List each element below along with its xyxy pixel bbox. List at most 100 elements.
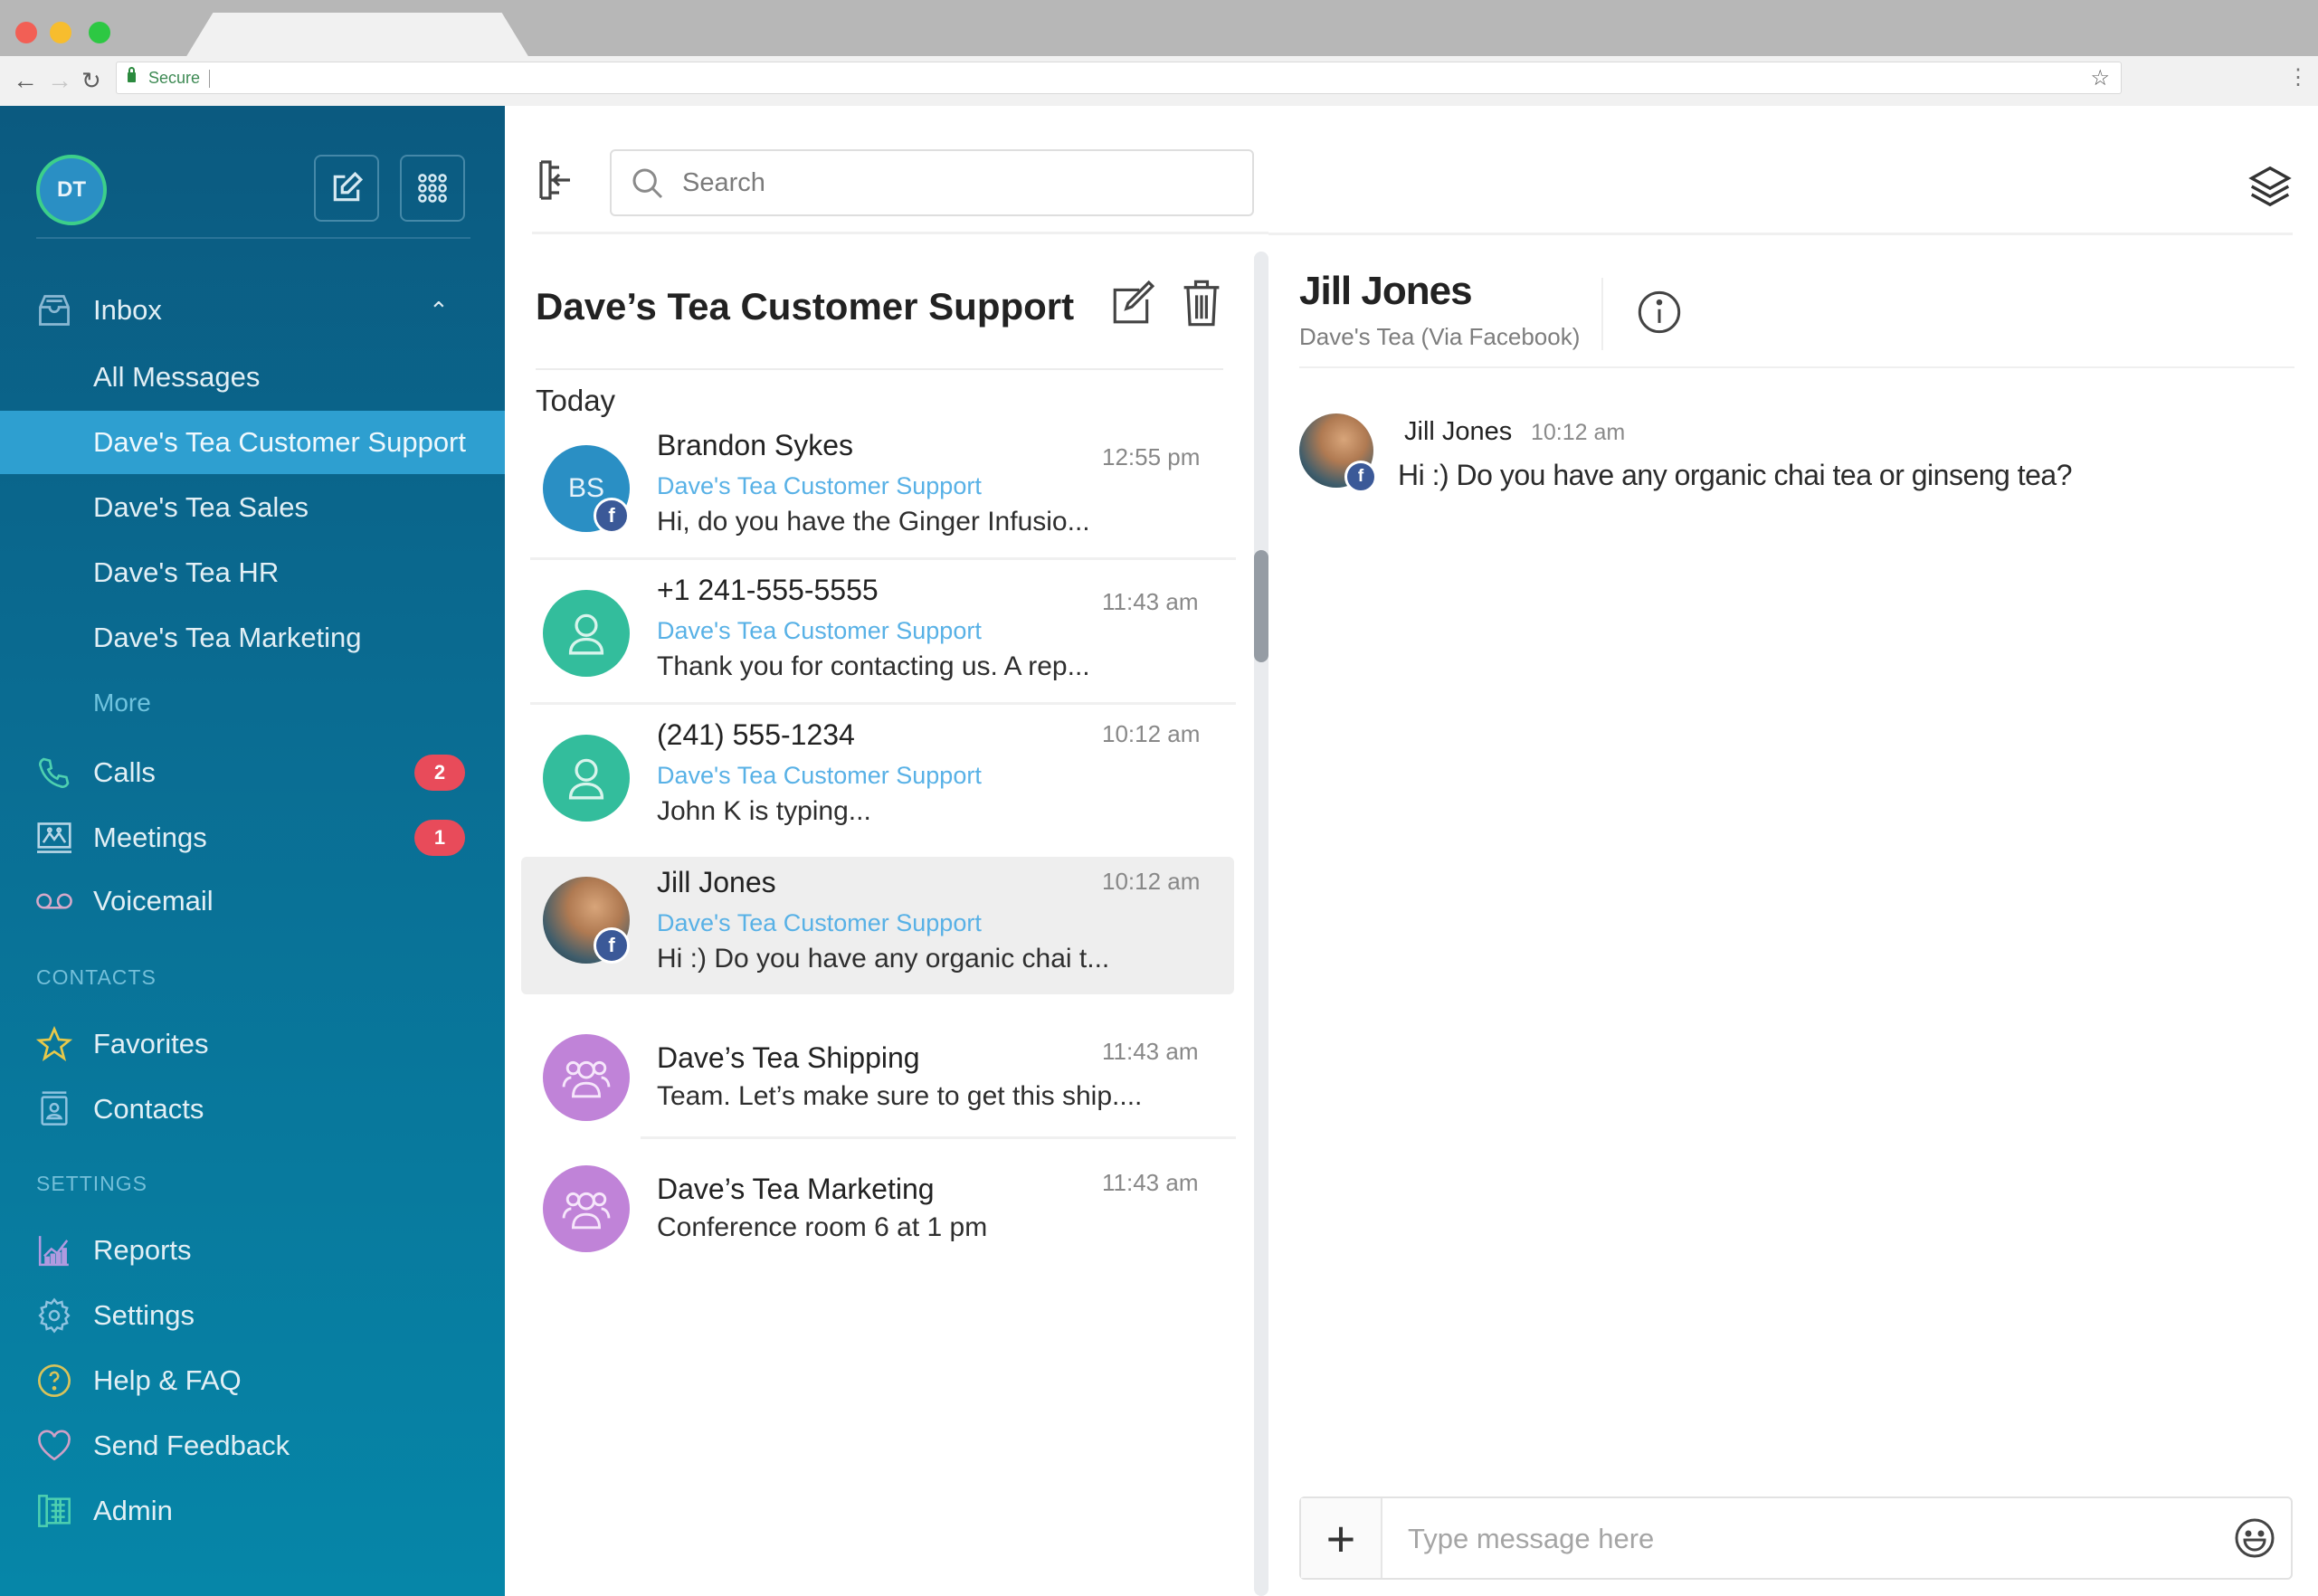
divider — [1601, 278, 1603, 350]
search-box[interactable] — [610, 149, 1254, 216]
user-avatar[interactable]: DT — [36, 155, 107, 225]
message-text: Hi :) Do you have any organic chai tea o… — [1398, 459, 2073, 491]
message-composer: + — [1299, 1496, 2293, 1580]
conversation-list-panel: Dave’s Tea Customer Support Today BS f B… — [505, 106, 1268, 1596]
meetings-icon — [34, 818, 74, 858]
message-time: 10:12 am — [1531, 420, 1626, 445]
edit-icon — [1113, 280, 1155, 324]
conversation-time: 10:12 am — [1102, 720, 1201, 747]
conversation-list-scrollbar[interactable] — [1254, 252, 1268, 1596]
sidebar-item-meetings[interactable]: Meetings 1 — [0, 809, 505, 867]
sidebar-item-label: More — [93, 689, 151, 717]
conversation-inbox: Dave's Tea Customer Support — [657, 909, 982, 936]
conversation-name: Dave’s Tea Marketing — [657, 1173, 935, 1205]
address-bar[interactable]: Secure ☆ — [116, 62, 2122, 94]
sidebar-item-inbox[interactable]: Inbox ⌃ — [0, 281, 505, 339]
sidebar-item-reports[interactable]: Reports — [0, 1221, 505, 1279]
divider — [536, 368, 1223, 370]
dialpad-button[interactable] — [400, 155, 465, 222]
sidebar-item-contacts[interactable]: Contacts — [0, 1080, 505, 1138]
scrollbar-thumb[interactable] — [1254, 550, 1268, 662]
compose-button[interactable] — [314, 155, 379, 222]
settings-section-title: SETTINGS — [36, 1172, 148, 1195]
bookmark-star-icon[interactable]: ☆ — [2090, 65, 2110, 91]
conversation-preview: Thank you for contacting us. A rep... — [657, 651, 1090, 681]
contact-card-icon — [34, 1089, 74, 1129]
conversation-item[interactable]: +1 241-555-5555 Dave's Tea Customer Supp… — [521, 563, 1234, 706]
reload-icon[interactable]: ↻ — [81, 65, 101, 96]
lock-icon — [128, 67, 136, 82]
sidebar-item-calls[interactable]: Calls 2 — [0, 744, 505, 802]
smiley-icon — [2235, 1518, 2275, 1558]
avatar — [543, 1165, 630, 1252]
conversation-item[interactable]: BS f Brandon Sykes Dave's Tea Customer S… — [521, 418, 1234, 561]
conversation-preview: Conference room 6 at 1 pm — [657, 1212, 988, 1242]
sidebar-item-help[interactable]: Help & FAQ — [0, 1352, 505, 1410]
conversation-time: 11:43 am — [1102, 588, 1199, 615]
conversation-item[interactable]: (241) 555-1234 Dave's Tea Customer Suppo… — [521, 708, 1234, 850]
chat-panel: Jill Jones Dave's Tea (Via Facebook) f J… — [1268, 106, 2318, 1596]
conversation-item[interactable]: Dave’s Tea Marketing Conference room 6 a… — [521, 1142, 1234, 1267]
avatar — [543, 1034, 630, 1121]
sidebar-item-send-feedback[interactable]: Send Feedback — [0, 1417, 505, 1475]
edit-inbox-button[interactable] — [1109, 278, 1155, 328]
facebook-icon: f — [1344, 461, 1377, 493]
voicemail-icon — [34, 881, 74, 921]
browser-tab[interactable] — [185, 13, 529, 58]
emoji-button[interactable] — [2233, 1516, 2276, 1560]
sidebar-item-label: Dave's Tea Marketing — [93, 622, 362, 653]
search-input[interactable] — [682, 164, 1225, 202]
conversation-time: 10:12 am — [1102, 868, 1201, 895]
divider — [530, 557, 1236, 560]
sidebar-item-admin[interactable]: Admin — [0, 1482, 505, 1540]
sidebar-item-label: Settings — [93, 1299, 195, 1331]
sidebar-item-settings[interactable]: Settings — [0, 1287, 505, 1344]
sidebar-item-sales[interactable]: Dave's Tea Sales — [0, 479, 505, 537]
chevron-up-icon[interactable]: ⌃ — [429, 297, 449, 325]
heart-icon — [34, 1426, 74, 1466]
window-minimize-button[interactable] — [50, 22, 71, 43]
sidebar-item-all-messages[interactable]: All Messages — [0, 348, 505, 406]
date-group-label: Today — [536, 384, 616, 417]
collapse-sidebar-button[interactable] — [537, 158, 574, 202]
divider — [1299, 366, 2294, 368]
window-maximize-button[interactable] — [89, 22, 110, 43]
browser-menu-icon[interactable]: ⋮ — [2287, 67, 2309, 89]
delete-button[interactable] — [1182, 278, 1221, 328]
back-arrow-icon[interactable]: ← — [13, 65, 38, 96]
message-input[interactable] — [1408, 1520, 2186, 1558]
sidebar-item-hr[interactable]: Dave's Tea HR — [0, 544, 505, 602]
sidebar-item-customer-support[interactable]: Dave's Tea Customer Support — [0, 411, 505, 474]
attach-button[interactable]: + — [1301, 1498, 1382, 1578]
contacts-section-title: CONTACTS — [36, 965, 157, 989]
browser-tab-strip — [0, 0, 2318, 58]
sidebar-item-favorites[interactable]: Favorites — [0, 1015, 505, 1073]
compose-icon — [333, 171, 364, 202]
sidebar-item-label: Meetings — [93, 822, 207, 853]
layers-button[interactable] — [2246, 162, 2294, 211]
sidebar-item-label: Send Feedback — [93, 1430, 290, 1461]
inbox-title: Dave’s Tea Customer Support — [536, 285, 1075, 328]
sidebar-more-link[interactable]: More — [0, 674, 505, 732]
contact-info-button[interactable] — [1636, 289, 1683, 336]
sidebar-item-label: Dave's Tea Sales — [93, 491, 309, 523]
collapse-sidebar-icon — [539, 160, 570, 200]
forward-arrow-icon[interactable]: → — [47, 65, 72, 96]
sidebar-item-label: All Messages — [93, 361, 261, 393]
sidebar-item-marketing[interactable]: Dave's Tea Marketing — [0, 609, 505, 667]
star-icon — [34, 1024, 74, 1064]
help-icon — [34, 1361, 74, 1401]
group-icon — [562, 1192, 611, 1230]
sidebar-item-voicemail[interactable]: Voicemail — [0, 872, 505, 930]
chat-contact-name: Jill Jones — [1299, 269, 1473, 313]
conversation-time: 11:43 am — [1102, 1169, 1199, 1196]
conversation-preview: Hi :) Do you have any organic chai t... — [657, 944, 1110, 974]
group-icon — [562, 1060, 611, 1098]
conversation-item-selected[interactable]: f Jill Jones Dave's Tea Customer Support… — [521, 857, 1234, 994]
conversation-name: Brandon Sykes — [657, 429, 854, 461]
conversation-item[interactable]: Dave’s Tea Shipping Team. Let’s make sur… — [521, 1011, 1234, 1135]
facebook-icon: f — [594, 498, 630, 534]
window-close-button[interactable] — [15, 22, 37, 43]
info-icon — [1638, 290, 1681, 334]
facebook-icon: f — [594, 927, 630, 964]
